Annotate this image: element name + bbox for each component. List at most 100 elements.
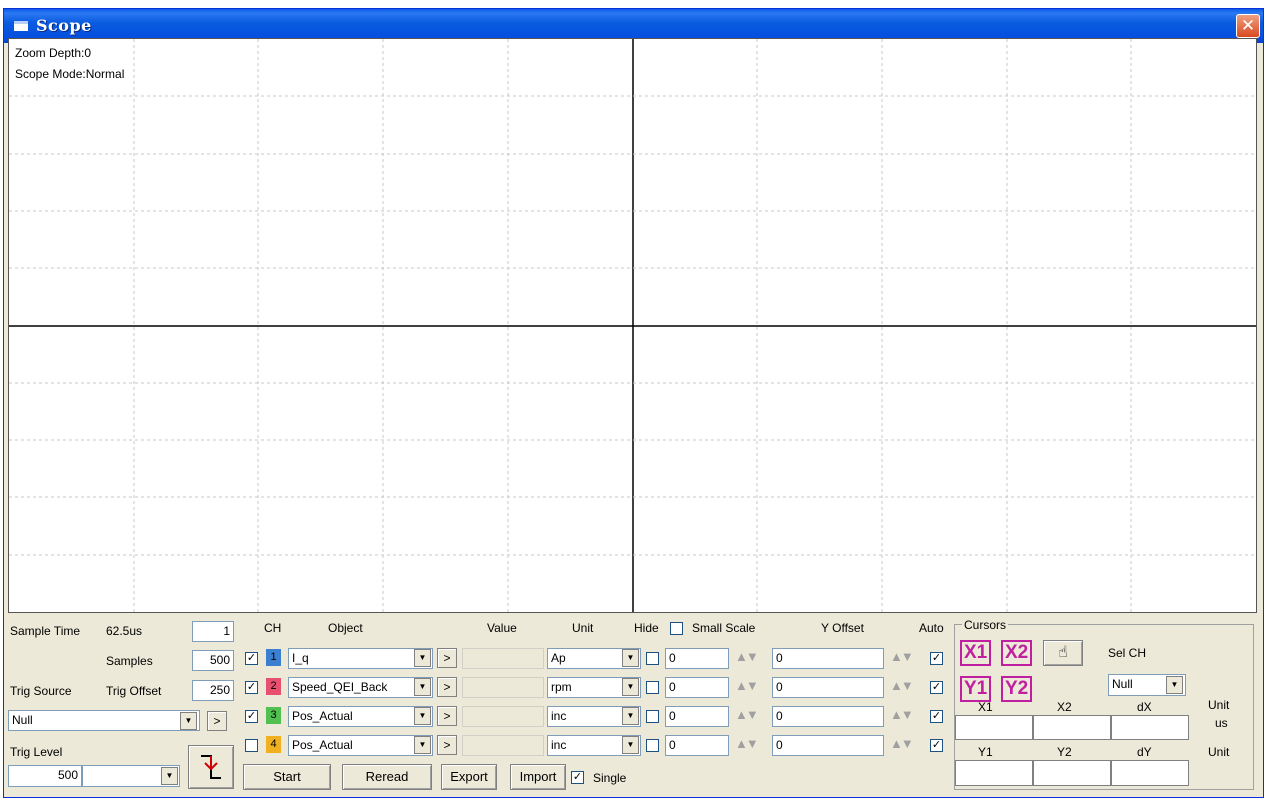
- object-dropdown-icon[interactable]: ▼: [414, 678, 431, 696]
- object-go-button[interactable]: >: [437, 648, 457, 668]
- dx-value: [1111, 715, 1189, 740]
- channel-hide-checkbox[interactable]: [646, 739, 659, 752]
- x1-header: X1: [978, 700, 993, 714]
- x2-header: X2: [1057, 700, 1072, 714]
- single-label: Single: [593, 771, 627, 785]
- cursor-y2-button[interactable]: Y2: [1001, 676, 1033, 702]
- y2-header: Y2: [1057, 745, 1072, 759]
- channel-scale-input[interactable]: 0: [665, 648, 729, 669]
- scale-stepper[interactable]: ▲▼: [735, 736, 759, 751]
- scope-plot-area[interactable]: Zoom Depth:0 Scope Mode:Normal: [8, 38, 1257, 613]
- hide-all-checkbox[interactable]: [670, 622, 683, 635]
- channel-number-badge: 2: [266, 678, 281, 695]
- unit-dropdown-icon[interactable]: ▼: [622, 707, 639, 725]
- channel-value-field: [462, 677, 544, 698]
- y2-value: [1033, 760, 1111, 786]
- dy-header: dY: [1137, 745, 1152, 759]
- samples-input[interactable]: 500: [192, 650, 234, 671]
- scale-stepper[interactable]: ▲▼: [735, 678, 759, 693]
- x-unit-value: us: [1215, 716, 1228, 730]
- channel-offset-input[interactable]: 0: [772, 706, 884, 727]
- channel-auto-checkbox[interactable]: ✓: [930, 652, 943, 665]
- sel-ch-label: Sel CH: [1108, 646, 1147, 660]
- trig-source-select[interactable]: Null: [8, 710, 200, 731]
- cursors-title: Cursors: [962, 618, 1009, 632]
- channel-enable-checkbox[interactable]: [245, 739, 258, 752]
- channel-hide-checkbox[interactable]: [646, 681, 659, 694]
- single-checkbox[interactable]: ✓: [571, 771, 584, 784]
- channel-value-field: [462, 735, 544, 756]
- trig-source-dropdown-icon[interactable]: ▼: [180, 712, 197, 730]
- col-object: Object: [328, 621, 363, 635]
- channel-object-select[interactable]: Pos_Actual: [288, 735, 433, 756]
- sel-ch-dropdown-icon[interactable]: ▼: [1166, 676, 1183, 694]
- channel-scale-input[interactable]: 0: [665, 706, 729, 727]
- offset-stepper[interactable]: ▲▼: [890, 736, 914, 751]
- channel-offset-input[interactable]: 0: [772, 648, 884, 669]
- channel-number-badge: 3: [266, 707, 281, 724]
- channel-object-select[interactable]: Pos_Actual: [288, 706, 433, 727]
- trigger-edge-button[interactable]: [188, 745, 234, 789]
- plot-grid: [9, 39, 1256, 612]
- import-button[interactable]: Import: [510, 764, 566, 790]
- channel-offset-input[interactable]: 0: [772, 677, 884, 698]
- sample-time-value: 62.5us: [106, 624, 143, 638]
- x-unit-label: Unit: [1208, 698, 1230, 712]
- pan-hand-button[interactable]: ☝: [1043, 640, 1083, 666]
- trig-level-label: Trig Level: [10, 745, 63, 759]
- sample-time-input[interactable]: 1: [192, 621, 234, 642]
- trig-level-dropdown-icon[interactable]: ▼: [161, 767, 178, 785]
- unit-dropdown-icon[interactable]: ▼: [622, 736, 639, 754]
- col-hide: Hide: [634, 621, 659, 635]
- hand-icon: ☝: [1058, 644, 1068, 661]
- scale-stepper[interactable]: ▲▼: [735, 707, 759, 722]
- dx-header: dX: [1137, 700, 1152, 714]
- channel-scale-input[interactable]: 0: [665, 677, 729, 698]
- channel-offset-input[interactable]: 0: [772, 735, 884, 756]
- channel-enable-checkbox[interactable]: ✓: [245, 710, 258, 723]
- unit-dropdown-icon[interactable]: ▼: [622, 678, 639, 696]
- object-dropdown-icon[interactable]: ▼: [414, 649, 431, 667]
- cursor-y1-button[interactable]: Y1: [960, 676, 992, 702]
- channel-auto-checkbox[interactable]: ✓: [930, 681, 943, 694]
- col-unit: Unit: [572, 621, 594, 635]
- x2-value: [1033, 715, 1111, 740]
- trig-source-go-button[interactable]: >: [207, 711, 227, 731]
- channel-auto-checkbox[interactable]: ✓: [930, 710, 943, 723]
- object-dropdown-icon[interactable]: ▼: [414, 707, 431, 725]
- unit-dropdown-icon[interactable]: ▼: [622, 649, 639, 667]
- offset-stepper[interactable]: ▲▼: [890, 678, 914, 693]
- dy-value: [1111, 760, 1189, 786]
- channel-object-select[interactable]: Speed_QEI_Back: [288, 677, 433, 698]
- trig-level-input[interactable]: 500: [8, 765, 82, 787]
- channel-object-select[interactable]: I_q: [288, 648, 433, 669]
- close-button[interactable]: ✕: [1236, 14, 1260, 38]
- export-button[interactable]: Export: [441, 764, 497, 790]
- col-y-offset: Y Offset: [821, 621, 864, 635]
- y1-value: [955, 760, 1033, 786]
- channel-auto-checkbox[interactable]: ✓: [930, 739, 943, 752]
- start-button[interactable]: Start: [243, 764, 331, 790]
- scale-stepper[interactable]: ▲▼: [735, 649, 759, 664]
- offset-stepper[interactable]: ▲▼: [890, 707, 914, 722]
- channel-scale-input[interactable]: 0: [665, 735, 729, 756]
- object-dropdown-icon[interactable]: ▼: [414, 736, 431, 754]
- trig-offset-input[interactable]: 250: [192, 680, 234, 701]
- offset-stepper[interactable]: ▲▼: [890, 649, 914, 664]
- cursor-x1-button[interactable]: X1: [960, 640, 992, 666]
- col-auto: Auto: [919, 621, 944, 635]
- object-go-button[interactable]: >: [437, 706, 457, 726]
- sample-time-label: Sample Time: [10, 624, 81, 638]
- samples-label: Samples: [106, 654, 153, 668]
- col-value: Value: [487, 621, 517, 635]
- channel-enable-checkbox[interactable]: ✓: [245, 652, 258, 665]
- cursor-x2-button[interactable]: X2: [1001, 640, 1033, 666]
- channel-enable-checkbox[interactable]: ✓: [245, 681, 258, 694]
- channel-hide-checkbox[interactable]: [646, 710, 659, 723]
- object-go-button[interactable]: >: [437, 677, 457, 697]
- object-go-button[interactable]: >: [437, 735, 457, 755]
- channel-hide-checkbox[interactable]: [646, 652, 659, 665]
- reread-button[interactable]: Reread: [342, 764, 432, 790]
- window-title: Scope: [36, 16, 92, 35]
- x1-value: [955, 715, 1033, 740]
